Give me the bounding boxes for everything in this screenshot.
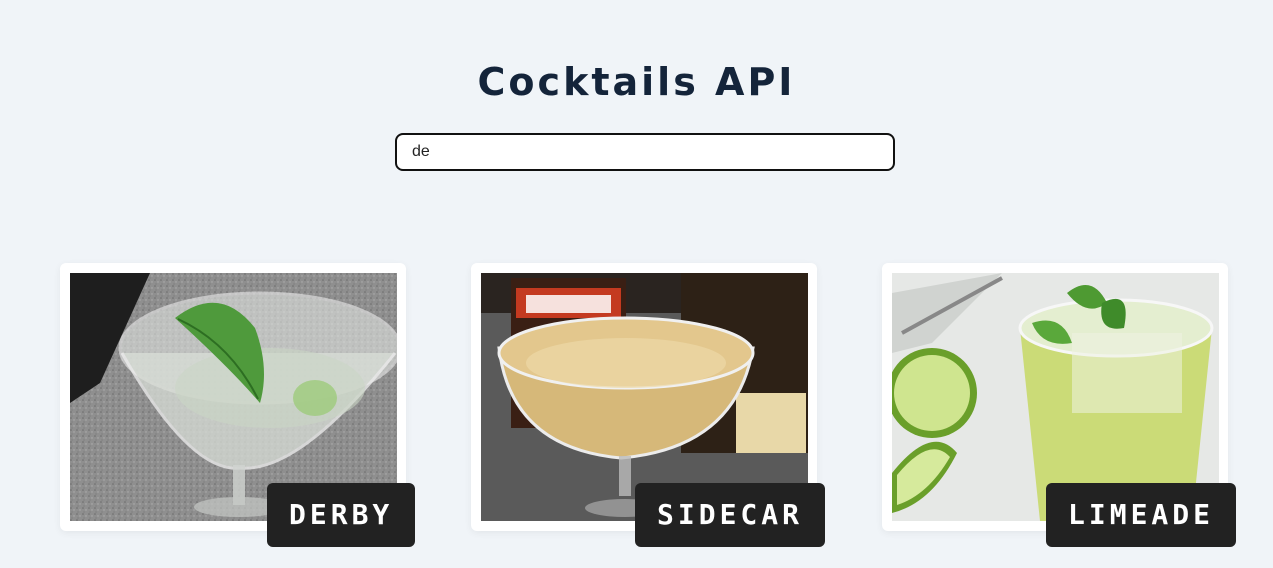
cocktail-card-derby[interactable]: DERBY (60, 263, 416, 547)
cocktail-name-label: DERBY (267, 483, 416, 547)
page: Cocktails API de DERBY SIDECAR LIMEADE (0, 0, 1273, 568)
page-title: Cocktails API (477, 60, 796, 104)
cocktail-card-limeade[interactable]: LIMEADE (882, 263, 1237, 547)
cocktail-card-sidecar[interactable]: SIDECAR (471, 263, 826, 547)
search-input[interactable] (395, 133, 895, 171)
cocktail-name-label: LIMEADE (1046, 483, 1237, 547)
cocktail-name-label: SIDECAR (635, 483, 826, 547)
